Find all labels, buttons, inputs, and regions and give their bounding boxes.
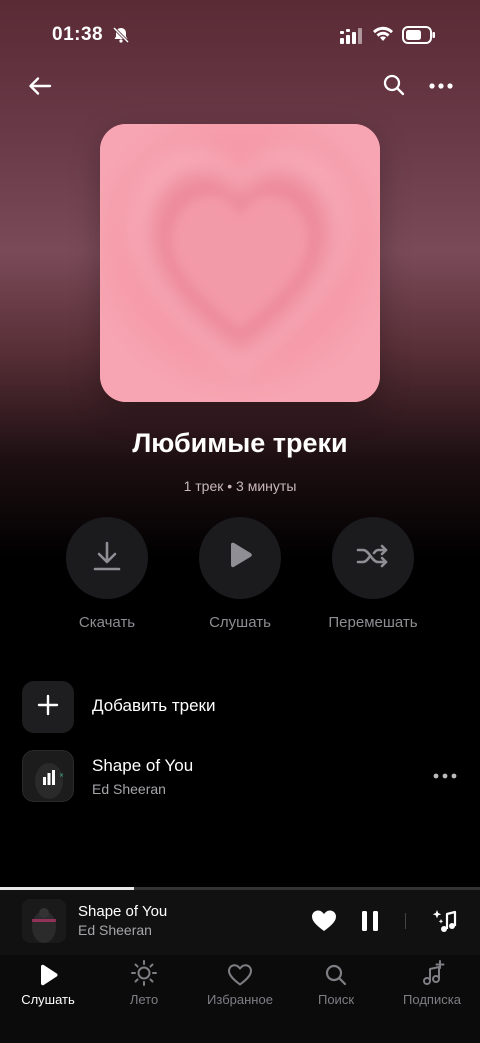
download-icon [92, 540, 122, 577]
shuffle-label: Перемешать [328, 614, 418, 631]
status-bar: 01:38 [0, 0, 480, 70]
download-button[interactable]: Скачать [47, 517, 167, 631]
heart-cover-art [100, 124, 380, 402]
track-row[interactable]: × Shape of You Ed Sheeran [22, 750, 462, 804]
tab-summer[interactable]: Лето [96, 955, 192, 1007]
sun-icon [96, 957, 192, 987]
tab-label: Избранное [207, 992, 273, 1007]
mini-player[interactable]: Shape of You Ed Sheeran [0, 887, 480, 955]
tab-label: Подписка [403, 992, 461, 1007]
mini-player-artist: Ed Sheeran [78, 922, 152, 938]
playlist-cover [100, 124, 380, 402]
tab-search[interactable]: Поиск [288, 955, 384, 1007]
tab-favorites[interactable]: Избранное [192, 955, 288, 1007]
tab-label: Слушать [21, 992, 75, 1007]
pause-icon[interactable] [360, 909, 380, 933]
plus-icon [37, 694, 59, 721]
cellular-signal-icon [340, 28, 364, 49]
wifi-icon [372, 25, 394, 48]
tab-subscription[interactable]: Подписка [384, 955, 480, 1007]
search-icon [288, 957, 384, 987]
mini-player-thumbnail [22, 899, 66, 943]
shuffle-circle[interactable] [332, 517, 414, 599]
listen-label: Слушать [209, 614, 271, 631]
playlist-title: Любимые треки [132, 428, 348, 458]
playback-progress-fill [0, 887, 135, 890]
download-circle[interactable] [66, 517, 148, 599]
shuffle-button[interactable]: Перемешать [313, 517, 433, 631]
add-tracks-row[interactable]: Добавить треки [22, 681, 462, 733]
add-tracks-label: Добавить треки [92, 696, 216, 715]
listen-circle[interactable] [199, 517, 281, 599]
shuffle-icon [356, 543, 390, 574]
like-heart-icon[interactable] [311, 909, 337, 933]
search-icon[interactable] [382, 73, 406, 97]
play-icon [0, 957, 96, 987]
add-tracks-button[interactable] [22, 681, 74, 733]
back-arrow-icon[interactable] [26, 72, 54, 100]
battery-icon [402, 26, 436, 49]
tab-label: Лето [129, 992, 159, 1007]
track-title: Shape of You [92, 756, 194, 775]
track-artist: Ed Sheeran [92, 781, 166, 797]
sparkle-music-icon[interactable] [430, 907, 458, 935]
divider [405, 913, 406, 929]
listen-button[interactable]: Слушать [180, 517, 300, 631]
svg-text:×: × [59, 772, 64, 779]
track-more-icon[interactable] [432, 766, 458, 786]
download-label: Скачать [78, 614, 136, 631]
mini-player-title: Shape of You [78, 903, 168, 920]
tab-listen[interactable]: Слушать [0, 955, 96, 1007]
track-thumbnail: × [22, 750, 74, 802]
tab-label: Поиск [317, 992, 355, 1007]
status-time: 01:38 [52, 24, 104, 45]
playlist-meta: 1 трек • 3 минуты [183, 478, 297, 494]
play-icon [226, 541, 254, 576]
heart-icon [192, 957, 288, 987]
more-options-icon[interactable] [428, 74, 454, 98]
bottom-tab-bar: Слушать Лето Избранное Поиск Подписка [0, 955, 480, 1043]
music-plus-icon [384, 957, 480, 987]
playback-progress[interactable] [0, 887, 480, 890]
bell-muted-icon [112, 26, 130, 49]
